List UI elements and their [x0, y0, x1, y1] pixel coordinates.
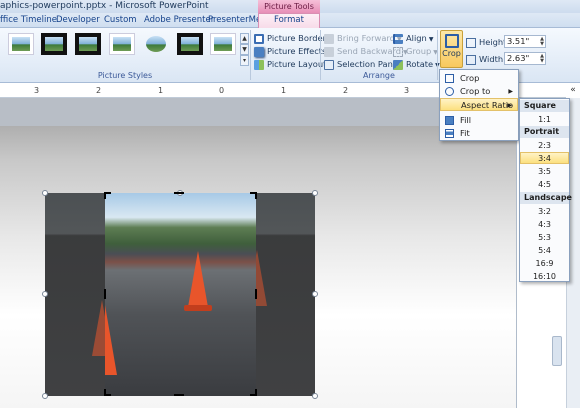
picture-style-4[interactable] [109, 33, 135, 55]
cropped-picture[interactable] [105, 193, 256, 396]
traffic-cone-center [188, 251, 208, 307]
ribbon-tab-bar: ffice Timeline Developer Custom Adobe Pr… [0, 13, 580, 28]
group-button[interactable]: Group ▼ [393, 45, 438, 57]
bring-forward-button[interactable]: Bring Forward▼ [324, 32, 402, 44]
align-icon [393, 33, 403, 44]
tab-custom[interactable]: Custom [104, 14, 137, 27]
title-bar: aphics-powerpoint.pptx - Microsoft Power… [0, 0, 580, 13]
aspect-2-3[interactable]: 2:3 [520, 140, 569, 152]
resize-handle-bl[interactable] [42, 393, 48, 399]
rotate-icon [393, 59, 403, 70]
picture-style-1[interactable] [8, 33, 34, 55]
resize-handle-r[interactable] [312, 291, 318, 297]
tab-office-timeline[interactable]: ffice Timeline [0, 14, 57, 27]
picture-styles-group-label: Picture Styles [97, 71, 153, 80]
traffic-cone-left [105, 305, 117, 375]
crop-handle-b[interactable] [174, 394, 184, 396]
resize-handle-l[interactable] [42, 291, 48, 297]
crop-menu: Crop Crop to Shape▶ Aspect Ratio▶ Fill F… [439, 69, 519, 141]
crop-handle-t[interactable] [174, 192, 184, 194]
menu-item-fill[interactable]: Fill [440, 114, 518, 127]
gallery-down-button[interactable]: ▼ [240, 44, 249, 55]
width-input[interactable]: 2.63" ▲ ▼ [504, 52, 546, 65]
picture-layout-button[interactable]: Picture Layout▼ [254, 58, 333, 70]
tab-developer[interactable]: Developer [56, 14, 100, 27]
aspect-3-5[interactable]: 3:5 [520, 166, 569, 178]
menu-item-aspect-ratio[interactable]: Aspect Ratio ▶ [440, 98, 518, 111]
submenu-header-portrait: Portrait [520, 126, 569, 138]
gallery-up-button[interactable]: ▲ [240, 33, 249, 44]
height-icon [466, 37, 476, 48]
selection-pane-button[interactable]: Selection Pane [324, 58, 398, 70]
group-icon [393, 46, 403, 57]
crop-button[interactable]: Crop [440, 30, 463, 68]
crop-icon [444, 34, 459, 48]
aspect-3-2[interactable]: 3:2 [520, 206, 569, 218]
menu-item-crop[interactable]: Crop [440, 72, 518, 85]
picture-effects-icon [254, 46, 264, 57]
aspect-ratio-submenu: Square 1:1 Portrait 2:3 3:4 3:5 4:5 Land… [519, 98, 572, 283]
width-row: Width: 2.63" ▲ ▼ [466, 52, 556, 66]
height-spinner[interactable]: ▲ ▼ [540, 37, 544, 47]
picture-style-2[interactable] [41, 33, 67, 55]
submenu-header-landscape: Landscape [520, 192, 572, 204]
height-input[interactable]: 3.51" ▲ ▼ [504, 35, 546, 48]
picture-effects-button[interactable]: Picture Effects▼ [254, 45, 333, 57]
crop-icon [445, 74, 454, 83]
aspect-4-3[interactable]: 4:3 [520, 219, 569, 231]
rotate-button[interactable]: Rotate▼ [393, 58, 440, 70]
bring-forward-icon [324, 33, 334, 44]
menu-item-fit[interactable]: Fit [440, 127, 518, 140]
fit-icon [445, 129, 454, 138]
aspect-5-3[interactable]: 5:3 [520, 232, 569, 244]
shape-icon [445, 87, 454, 96]
height-row: Height: 3.51" ▲ ▼ [466, 35, 556, 49]
resize-handle-tl[interactable] [42, 190, 48, 196]
picture-style-5[interactable] [143, 33, 169, 55]
selection-pane-icon [324, 59, 334, 70]
fill-icon [445, 116, 454, 125]
menu-item-crop-to-shape[interactable]: Crop to Shape▶ [440, 85, 518, 109]
aspect-5-4[interactable]: 5:4 [520, 245, 569, 257]
aspect-1-1[interactable]: 1:1 [520, 114, 569, 126]
picture-tools-header: Picture Tools [258, 0, 320, 13]
aspect-3-4[interactable]: 3:4 [520, 152, 569, 164]
collapse-pane-button[interactable]: « [566, 85, 580, 98]
crop-handle-l[interactable] [104, 289, 106, 299]
scroll-thumb[interactable] [552, 336, 562, 366]
resize-handle-br[interactable] [312, 393, 318, 399]
send-backward-icon [324, 46, 334, 57]
picture-style-7[interactable] [210, 33, 236, 55]
arrange-group-label: Arrange [363, 71, 395, 80]
crop-handle-r[interactable] [255, 289, 257, 299]
resize-handle-tr[interactable] [312, 190, 318, 196]
picture-layout-icon [254, 59, 264, 70]
aspect-4-5[interactable]: 4:5 [520, 179, 569, 191]
picture-style-3[interactable] [75, 33, 101, 55]
picture-style-6[interactable] [177, 33, 203, 55]
align-button[interactable]: Align ▼ [393, 32, 433, 44]
picture-border-icon [254, 33, 264, 44]
width-spinner[interactable]: ▲ ▼ [540, 54, 544, 64]
aspect-16-10[interactable]: 16:10 [520, 271, 569, 283]
tab-format[interactable]: Format [258, 13, 320, 28]
width-icon [466, 54, 476, 65]
aspect-16-9[interactable]: 16:9 [520, 258, 569, 270]
tab-adobe-presenter[interactable]: Adobe Presenter [144, 14, 214, 27]
submenu-header-square: Square [520, 100, 569, 112]
window-title: aphics-powerpoint.pptx - Microsoft Power… [0, 1, 209, 11]
gallery-more-button[interactable]: ▾ [240, 55, 249, 66]
